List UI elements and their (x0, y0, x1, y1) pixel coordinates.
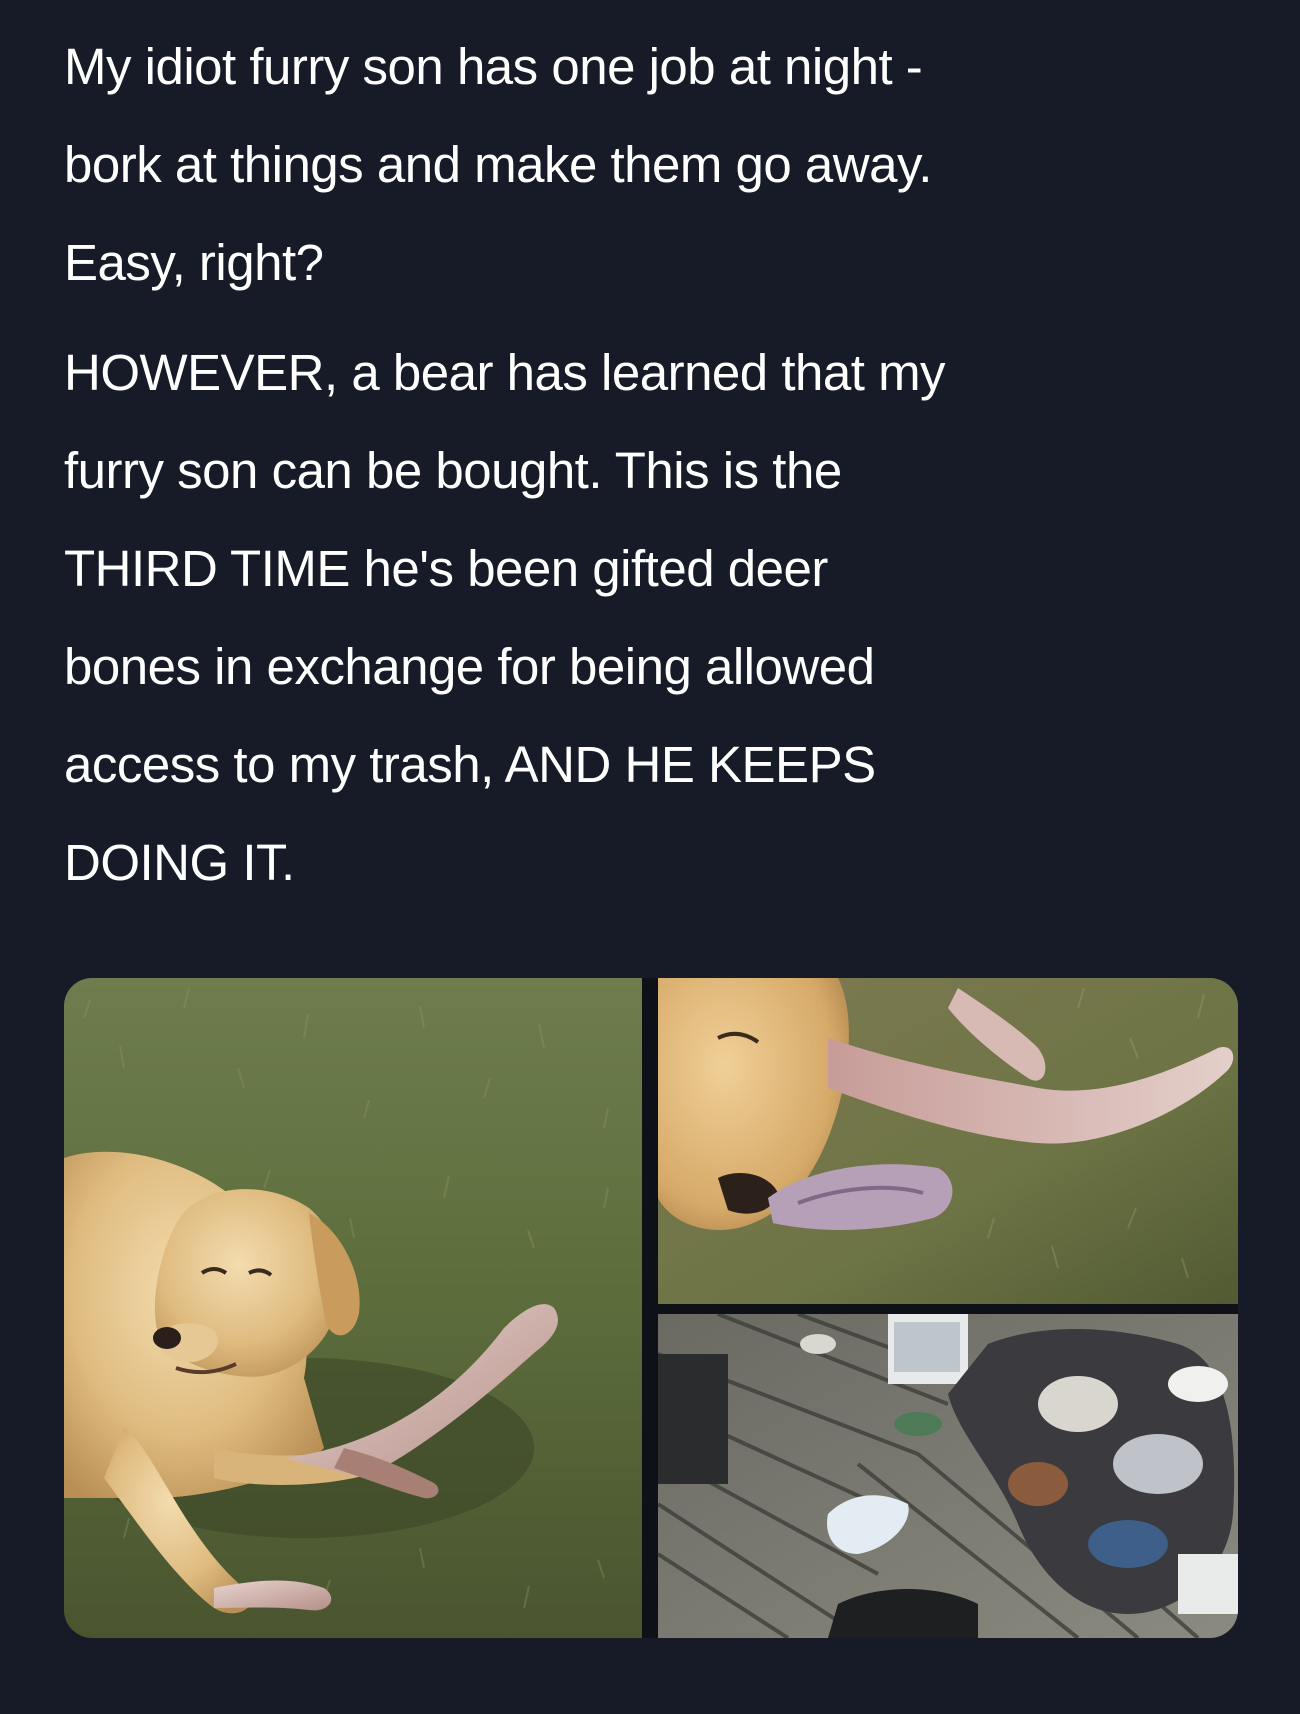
post-line: THIRD TIME he's been gifted deer (64, 540, 828, 597)
post-line: access to my trash, AND HE KEEPS (64, 736, 876, 793)
photo-trash-on-deck[interactable] (658, 1314, 1238, 1638)
chewing-photo-image (658, 978, 1238, 1304)
photo-dog-chewing-bone[interactable] (658, 978, 1238, 1304)
post-line: HOWEVER, a bear has learned that my (64, 344, 946, 401)
post-line: bones in exchange for being allowed (64, 638, 875, 695)
post-line: Easy, right? (64, 234, 324, 291)
post-line: My idiot furry son has one job at night … (64, 38, 923, 95)
photo-dog-with-bone[interactable] (64, 978, 642, 1638)
trash-photo-image (658, 1314, 1238, 1638)
post-paragraph-2: HOWEVER, a bear has learned that my furr… (64, 324, 1244, 912)
post-card: My idiot furry son has one job at night … (0, 0, 1300, 1714)
dog-photo-image (64, 978, 642, 1638)
post-paragraph-1: My idiot furry son has one job at night … (64, 18, 1244, 312)
post-line: DOING IT. (64, 834, 295, 891)
post-line: bork at things and make them go away. (64, 136, 932, 193)
post-line: furry son can be bought. This is the (64, 442, 842, 499)
post-text: My idiot furry son has one job at night … (64, 18, 1244, 912)
media-grid (64, 978, 1238, 1638)
